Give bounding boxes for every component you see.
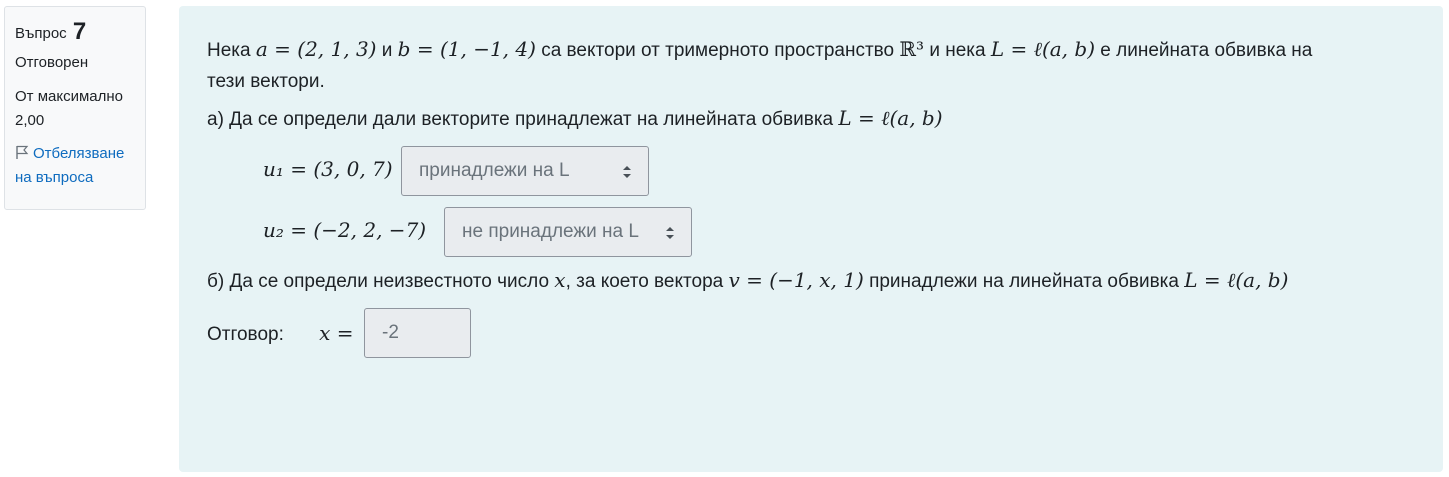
question-state: Отговорен [15, 54, 89, 71]
part-b-v: v = (−1, x, 1) [728, 268, 864, 292]
u1-vector: u₁ = (3, 0, 7) [263, 157, 393, 181]
flag-label-1: Отбелязване [33, 145, 125, 162]
part-b-x: x [554, 268, 566, 292]
u2-vector: u₂ = (−2, 2, −7) [263, 218, 427, 242]
flag-icon [16, 145, 29, 159]
intro-text-3: и нека [929, 40, 986, 61]
part-b-text: б) Да се определи неизвестното число x, … [207, 268, 1288, 293]
answer-input[interactable] [364, 308, 471, 358]
span-L-def: L = ℓ(a, b) [990, 37, 1095, 61]
intro-text-5: тези вектори. [207, 71, 325, 92]
question-content: Нека a = (2, 1, 3) и b = (1, −1, 4) са в… [179, 6, 1443, 472]
u2-select[interactable]: не принадлежи на L [444, 207, 692, 257]
answer-row: Отговор: x = [207, 321, 354, 346]
answer-label: Отговор: [207, 324, 284, 345]
intro-and: и [381, 40, 393, 61]
part-b-label-1: б) Да се определи неизвестното число [207, 271, 550, 292]
u1-select[interactable]: принадлежи на L [401, 146, 649, 196]
question-grade: От максимално 2,00 [15, 85, 135, 133]
question-info-panel: Въпрос 7 Отговорен От максимално 2,00 От… [4, 6, 146, 210]
flag-question-link[interactable]: Отбелязване на въпроса [15, 142, 135, 190]
answer-x-equals: x = [319, 321, 354, 345]
part-a-label: а) Да се определи дали векторите принадл… [207, 109, 834, 130]
space-r3: ℝ³ [899, 37, 925, 61]
grade-label: От максимално [15, 88, 124, 105]
flag-label-2: на въпроса [15, 169, 94, 186]
part-a-math: L = ℓ(a, b) [838, 106, 943, 130]
question-number-value: 7 [72, 18, 87, 45]
part-b-math: L = ℓ(a, b) [1184, 268, 1289, 292]
part-a-text: а) Да се определи дали векторите принадл… [207, 106, 943, 131]
question-intro: Нека a = (2, 1, 3) и b = (1, −1, 4) са в… [207, 34, 1417, 97]
intro-text-2: са вектори от тримерното пространство [541, 40, 895, 61]
question-label: Въпрос [15, 25, 67, 42]
vector-b-def: b = (1, −1, 4) [397, 37, 536, 61]
vector-a-def: a = (2, 1, 3) [255, 37, 377, 61]
select-arrows-icon [666, 227, 674, 239]
intro-text-1: Нека [207, 40, 251, 61]
select-arrows-icon [623, 166, 631, 178]
u1-row: u₁ = (3, 0, 7) [263, 157, 393, 182]
u1-select-value: принадлежи на L [419, 160, 570, 181]
u2-row: u₂ = (−2, 2, −7) [263, 218, 426, 243]
part-b-label-2: , за което вектора [565, 271, 724, 292]
u2-select-value: не принадлежи на L [462, 221, 639, 242]
intro-text-4: е линейната обвивка на [1100, 40, 1313, 61]
question-number: Въпрос 7 [15, 18, 135, 45]
part-b-label-3: принадлежи на линейната обвивка [869, 271, 1179, 292]
grade-value: 2,00 [15, 112, 45, 129]
